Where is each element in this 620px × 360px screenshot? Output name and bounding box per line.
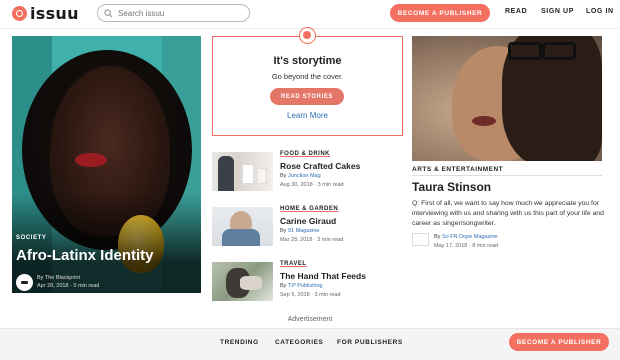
storytime-title: It's storytime: [273, 55, 342, 67]
become-publisher-button[interactable]: BECOME A PUBLISHER: [390, 4, 490, 22]
nav-sign-up[interactable]: SIGN UP: [541, 8, 574, 15]
featured-story-card[interactable]: SOCIETY Afro-Latinx Identity By The Blac…: [12, 36, 201, 293]
article-thumbnail-cakes[interactable]: [212, 152, 273, 191]
publisher-avatar[interactable]: [16, 274, 33, 291]
footer-categories[interactable]: CATEGORIES: [275, 339, 324, 346]
right-feature-date: May 17, 2018 · 8 min read: [434, 243, 499, 249]
article-publisher-link[interactable]: Junction Mag: [288, 173, 321, 179]
article-date: Aug 30, 2018 · 3 min read: [280, 182, 344, 188]
footer-trending[interactable]: TRENDING: [220, 339, 259, 346]
read-stories-button[interactable]: READ STORIES: [270, 88, 344, 105]
article-byline: By 91 Magazine: [280, 228, 320, 234]
nav-log-in[interactable]: LOG IN: [586, 8, 614, 15]
featured-title[interactable]: Afro-Latinx Identity: [16, 247, 154, 264]
footer-become-publisher-button[interactable]: BECOME A PUBLISHER: [509, 333, 609, 351]
featured-category[interactable]: SOCIETY: [16, 235, 47, 241]
right-feature-title[interactable]: Taura Stinson: [412, 180, 491, 194]
storytime-badge-icon: [299, 27, 316, 44]
logo-text: issuu: [30, 3, 79, 23]
nav-read[interactable]: READ: [505, 8, 527, 15]
article-publisher-link[interactable]: T:P Publishing: [288, 283, 323, 289]
right-feature-publisher-link[interactable]: So FN Dope Magazine: [442, 234, 498, 240]
article-thumbnail-carine[interactable]: [212, 207, 273, 246]
article-byline: By T:P Publishing: [280, 283, 323, 289]
article-date: Mar 28, 2018 · 3 min read: [280, 237, 344, 243]
advertisement-label: Advertisement: [287, 316, 333, 323]
right-feature-excerpt: Q: First of all, we want to say how much…: [412, 200, 604, 227]
right-feature-category[interactable]: ARTS & ENTERTAINMENT: [412, 166, 503, 173]
search-icon: [104, 8, 113, 17]
featured-date: Apr 28, 2018 · 5 min read: [37, 283, 100, 289]
publisher-avatar[interactable]: [412, 233, 429, 246]
learn-more-link[interactable]: Learn More: [212, 111, 403, 120]
featured-byline[interactable]: By The Blackprint: [37, 275, 80, 281]
storytime-panel: [212, 36, 403, 136]
footer-for-publishers[interactable]: FOR PUBLISHERS: [337, 339, 403, 346]
article-category[interactable]: HOME & GARDEN: [280, 206, 338, 212]
category-divider: [412, 175, 602, 176]
issuu-logo-icon: [12, 5, 27, 21]
right-feature-byline: By So FN Dope Magazine: [434, 234, 498, 240]
article-category[interactable]: TRAVEL: [280, 261, 307, 267]
issuu-logo[interactable]: issuu: [12, 3, 79, 23]
right-feature-image[interactable]: [412, 36, 602, 161]
article-byline: By Junction Mag: [280, 173, 321, 179]
article-title[interactable]: The Hand That Feeds: [280, 271, 366, 281]
article-category[interactable]: FOOD & DRINK: [280, 151, 330, 157]
portrait-lips: [75, 153, 107, 167]
article-date: Sep 5, 2018 · 3 min read: [280, 292, 341, 298]
storytime-subtitle: Go beyond the cover.: [271, 72, 344, 81]
article-publisher-link[interactable]: 91 Magazine: [288, 228, 320, 234]
top-header: issuu BECOME A PUBLISHER READ SIGN UP LO…: [0, 0, 620, 26]
article-thumbnail-hand[interactable]: [212, 262, 273, 301]
search-box[interactable]: [97, 4, 250, 22]
search-input[interactable]: [118, 8, 238, 18]
article-title[interactable]: Carine Giraud: [280, 216, 336, 226]
article-title[interactable]: Rose Crafted Cakes: [280, 161, 360, 171]
